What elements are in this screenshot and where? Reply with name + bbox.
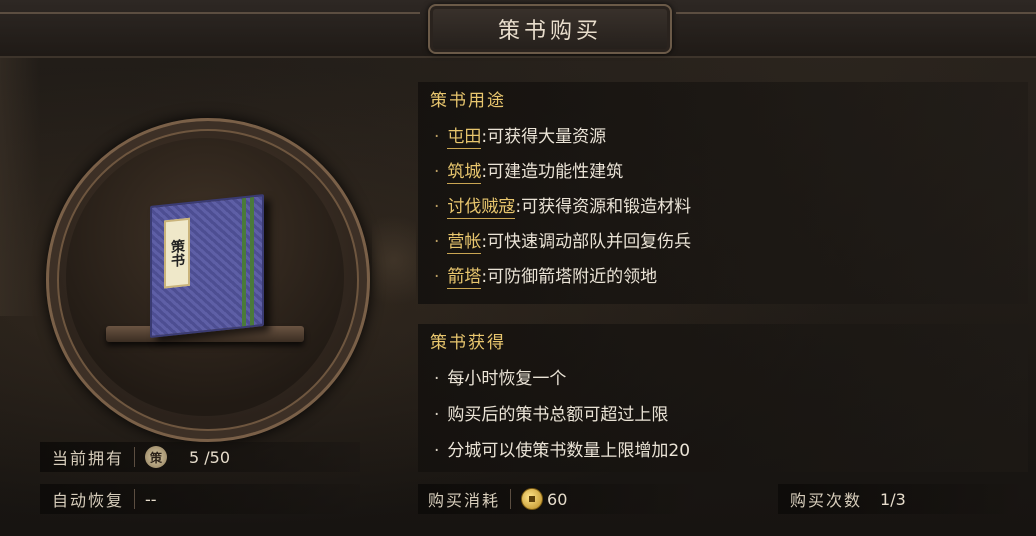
- usage-text: :可建造功能性建筑: [481, 162, 624, 182]
- purchase-count-row: 购买次数 1/3: [778, 484, 1028, 514]
- bullet: ·: [434, 369, 440, 389]
- usage-keyword: 讨伐贼寇: [447, 197, 516, 219]
- usage-keyword: 屯田: [447, 127, 482, 149]
- purchase-cost-row: 购买消耗 60: [418, 484, 704, 514]
- obtain-item: · 购买后的策书总额可超过上限: [434, 400, 668, 425]
- bullet: ·: [434, 232, 440, 252]
- usage-keyword: 箭塔: [447, 267, 482, 289]
- top-bar-left-trim: [0, 12, 420, 14]
- usage-item: · 讨伐贼寇:可获得资源和锻造材料: [434, 192, 692, 219]
- owned-value: 5 /50: [189, 447, 231, 467]
- recover-value: --: [145, 489, 157, 509]
- bullet: ·: [434, 405, 440, 425]
- book-spine: [250, 197, 254, 326]
- usage-text: :可获得大量资源: [481, 127, 607, 147]
- gold-coin-icon: [521, 488, 544, 510]
- bullet: ·: [434, 197, 440, 217]
- right-candle-glow: [372, 200, 416, 320]
- bullet: ·: [434, 162, 440, 182]
- title-plate: 策书购买: [428, 4, 672, 54]
- book-label-text: 策书: [169, 238, 185, 268]
- obtain-item: · 分城可以使策书数量上限增加20: [434, 436, 690, 461]
- purchase-cost-label: 购买消耗: [428, 491, 501, 510]
- usage-item: · 营帐:可快速调动部队并回复伤兵: [434, 227, 692, 254]
- obtain-item: · 每小时恢复一个: [434, 364, 566, 389]
- divider: [510, 489, 512, 509]
- obtain-text: 每小时恢复一个: [447, 369, 567, 389]
- bullet: ·: [434, 127, 440, 147]
- usage-text: :可防御箭塔附近的领地: [481, 267, 658, 287]
- obtain-text: 购买后的策书总额可超过上限: [447, 405, 669, 425]
- bullet: ·: [434, 441, 440, 461]
- purchase-count-value: 1/3: [880, 489, 906, 509]
- page-title: 策书购买: [497, 19, 602, 44]
- obtain-title: 策书获得: [430, 333, 506, 353]
- divider: [134, 489, 136, 509]
- strategy-book-icon: 策书: [150, 194, 264, 338]
- usage-text: :可获得资源和锻造材料: [515, 197, 692, 217]
- left-candle-glow: [0, 56, 40, 316]
- usage-item: · 筑城:可建造功能性建筑: [434, 157, 624, 184]
- purchase-cost-value: 60: [547, 489, 568, 509]
- bullet: ·: [434, 267, 440, 287]
- usage-text: :可快速调动部队并回复伤兵: [481, 232, 692, 252]
- owned-label: 当前拥有: [52, 449, 125, 468]
- usage-keyword: 营帐: [447, 232, 482, 254]
- divider: [134, 447, 136, 467]
- strategy-book-badge-icon: 策: [145, 446, 168, 468]
- obtain-text: 分城可以使策书数量上限增加20: [447, 441, 691, 461]
- purchase-count-label: 购买次数: [790, 491, 863, 510]
- usage-keyword: 筑城: [447, 162, 482, 184]
- recover-label: 自动恢复: [52, 491, 125, 510]
- top-bar-right-trim: [676, 12, 1036, 14]
- book-label: 策书: [164, 217, 190, 289]
- recover-row: 自动恢复 --: [40, 484, 360, 514]
- usage-title: 策书用途: [430, 91, 506, 111]
- owned-row: 当前拥有 策 5 /50: [40, 442, 360, 472]
- usage-item: · 屯田:可获得大量资源: [434, 122, 607, 149]
- usage-item: · 箭塔:可防御箭塔附近的领地: [434, 262, 658, 289]
